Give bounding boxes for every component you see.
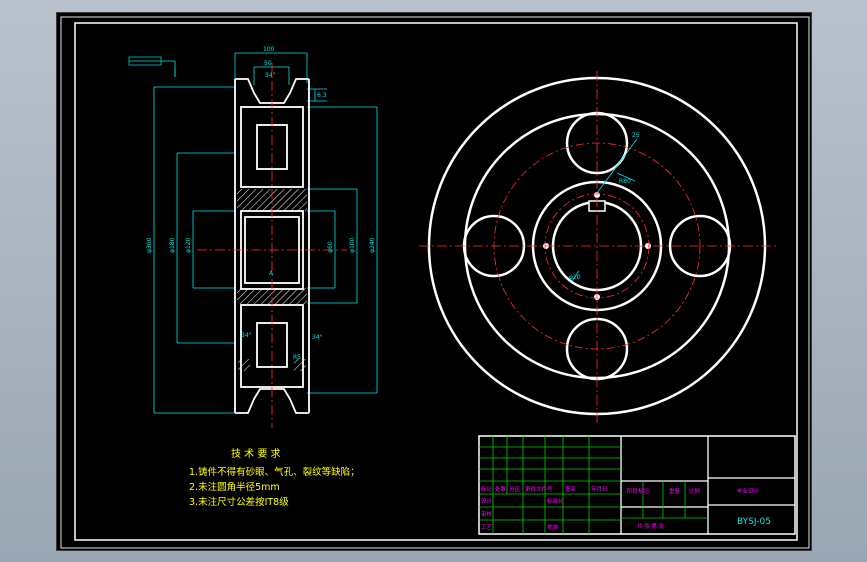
dim-outer-dia: φ300 (146, 237, 153, 253)
dim-left-tag: 34° (241, 332, 252, 339)
dim-side-small: R5 (293, 354, 301, 361)
dim-inner-dia: φ240 (369, 237, 376, 253)
tech-title: 技 术 要 求 (231, 447, 281, 460)
dim-hub-dia: φ100 (349, 237, 356, 253)
label-stage: 阶段标记 (627, 487, 650, 495)
label-row-design: 设计 (481, 497, 493, 505)
tech-requirements: 技 术 要 求 1.铸件不得有砂眼、气孔、裂纹等缺陷； 2.未注圆角半径5mm … (189, 447, 360, 508)
label-sig-3: 更改文件号 (525, 485, 553, 493)
front-view: 25 R80 φ20 (419, 71, 777, 423)
drawing-viewport[interactable]: 100 50 34° 6.3 34° 34° R5 A φ300 φ180 φ1… (56, 12, 812, 551)
dim-hole-pos: R80 (619, 178, 631, 185)
drawing-number: BYSJ-05 (737, 517, 771, 527)
dim-top-small: 6.3 (317, 92, 327, 99)
label-sig-5: 年月日 (591, 485, 608, 493)
label-sig-0: 标记 (481, 485, 493, 493)
title-block: 标记 处数 分区 更改文件号 签名 年月日 设计 标准化 审核 工艺 批准 阶段… (478, 435, 796, 535)
tech-item-3: 3.未注尺寸公差按IT8级 (189, 496, 289, 508)
dim-groove-angle: 34° (265, 72, 276, 79)
dim-bolt-circle: φ20 (569, 274, 581, 281)
dim-bore-dia: φ60 (327, 241, 334, 253)
label-sig-4: 签名 (565, 485, 576, 493)
dim-top-width: 100 (263, 46, 275, 53)
dim-groove-width: 50 (264, 60, 272, 67)
dim-keyway-tag: A (269, 270, 274, 277)
cad-drawing: 100 50 34° 6.3 34° 34° R5 A φ300 φ180 φ1… (60, 16, 810, 549)
dim-d2: φ180 (169, 237, 176, 253)
label-sheet: 共 张 第 张 (637, 522, 665, 530)
label-weight: 重量 (669, 487, 681, 495)
label-approve: 批准 (547, 523, 559, 531)
label-sig-2: 分区 (509, 485, 521, 493)
section-view: 100 50 34° 6.3 34° 34° R5 A φ300 φ180 φ1… (128, 46, 378, 428)
label-row-review: 审核 (481, 510, 493, 518)
dim-d1: φ120 (185, 237, 192, 253)
tech-item-2: 2.未注圆角半径5mm (189, 481, 280, 493)
label-standard: 标准化 (547, 497, 564, 505)
label-sig-1: 处数 (495, 485, 507, 493)
sheet-inner-frame (74, 22, 798, 541)
sheet-outer-frame (60, 16, 810, 549)
label-scale: 比例 (689, 487, 701, 495)
label-school: 毕业设计 (737, 487, 760, 495)
label-row-process: 工艺 (481, 524, 493, 531)
tech-item-1: 1.铸件不得有砂眼、气孔、裂纹等缺陷； (189, 466, 360, 478)
dim-circle-tag: 25 (632, 132, 640, 139)
dim-right-tag: 34° (312, 334, 323, 341)
